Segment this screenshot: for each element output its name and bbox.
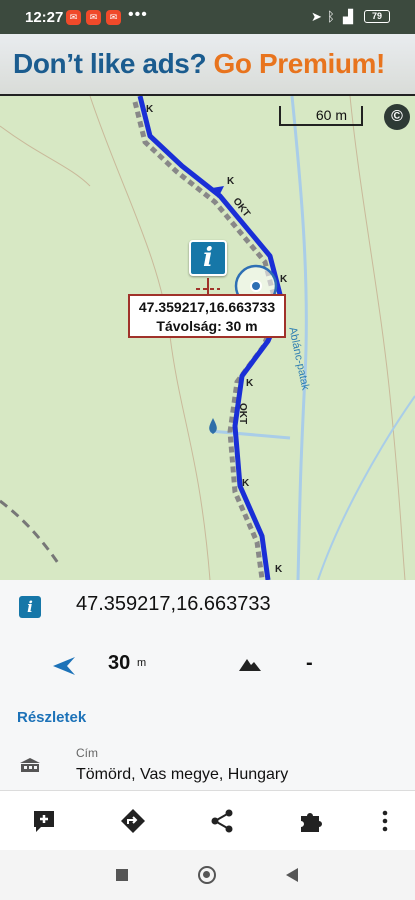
- point-info-panel: i 47.359217,16.663733 30 m - Részletek C…: [0, 580, 415, 790]
- home-button[interactable]: [198, 866, 216, 884]
- back-button[interactable]: [286, 868, 298, 882]
- dashed-road: [0, 499, 62, 567]
- ad-text-premium: Go Premium!: [213, 48, 386, 79]
- location-dot: [250, 280, 262, 292]
- add-note-icon[interactable]: [31, 808, 57, 834]
- ad-text[interactable]: Don’t like ads? Go Premium!: [13, 48, 385, 80]
- info-marker-icon[interactable]: i: [189, 240, 227, 276]
- navigation-arrow-icon: [53, 657, 75, 675]
- map-scale-label: 60 m: [315, 107, 347, 123]
- map-point-coordinates: 47.359217,16.663733: [138, 299, 276, 315]
- elevation-value: -: [306, 652, 313, 674]
- status-bar: 12:27 ✉ ✉ ✉ ••• ➤ ᛒ ▟ 79: [0, 0, 415, 34]
- trail-label: K: [146, 104, 154, 115]
- bottom-toolbar: [0, 790, 415, 850]
- stream-line: [209, 429, 291, 440]
- trail-label: K: [280, 274, 288, 285]
- trail-label: K: [246, 378, 254, 389]
- contour-line: [89, 96, 211, 580]
- map-canvas[interactable]: [0, 96, 415, 580]
- address-house-icon: [20, 758, 40, 772]
- location-icon: ➤: [311, 9, 322, 24]
- map-point-label[interactable]: 47.359217,16.663733 Távolság: 30 m: [128, 294, 286, 338]
- battery-icon: 79: [364, 10, 390, 23]
- map-point-distance: Távolság: 30 m: [156, 318, 258, 334]
- mail-notification-icon: ✉: [106, 10, 121, 25]
- system-nav-bar: [0, 850, 415, 900]
- navigate-icon[interactable]: [120, 808, 146, 834]
- water-drop-icon: [209, 418, 217, 434]
- mail-notification-icon: ✉: [66, 10, 81, 25]
- point-coordinates: 47.359217,16.663733: [76, 593, 271, 615]
- contour-line: [349, 96, 406, 580]
- point-header: i 47.359217,16.663733: [0, 593, 415, 626]
- signal-icon: ▟: [343, 9, 353, 24]
- map-scale-bar: 60 m: [279, 106, 363, 126]
- mountain-icon: [239, 659, 261, 671]
- route-line: [137, 96, 286, 580]
- distance-value: 30: [108, 652, 131, 674]
- address-value: Tömörd, Vas megye, Hungary: [76, 766, 289, 783]
- mail-notification-icon: ✉: [86, 10, 101, 25]
- stream-line: [317, 395, 415, 580]
- copyright-icon[interactable]: ©: [384, 104, 410, 130]
- share-icon[interactable]: [209, 808, 235, 834]
- distance-unit: m: [137, 657, 147, 669]
- contour-line: [0, 125, 91, 187]
- ad-text-question: Don’t like ads?: [13, 48, 207, 79]
- info-icon: i: [19, 596, 41, 618]
- ad-banner[interactable]: Don’t like ads? Go Premium!: [0, 34, 415, 96]
- trail-label: K: [242, 478, 250, 489]
- recents-button[interactable]: [116, 869, 128, 881]
- hiking-trail: [132, 101, 281, 580]
- more-vert-icon[interactable]: [372, 808, 398, 834]
- status-time: 12:27: [25, 9, 64, 26]
- trail-label: K: [275, 564, 283, 575]
- bluetooth-icon: ᛒ: [327, 9, 335, 24]
- address-label: Cím: [76, 746, 98, 760]
- trail-label: OKT: [237, 403, 248, 425]
- map-view[interactable]: K K OKT K K OKT K K 60 m © i 47.359217,1…: [0, 96, 415, 580]
- trail-label: K: [227, 176, 235, 187]
- more-notifications-icon: •••: [128, 6, 148, 23]
- plugin-icon[interactable]: [298, 808, 324, 834]
- details-link[interactable]: Részletek: [17, 709, 86, 726]
